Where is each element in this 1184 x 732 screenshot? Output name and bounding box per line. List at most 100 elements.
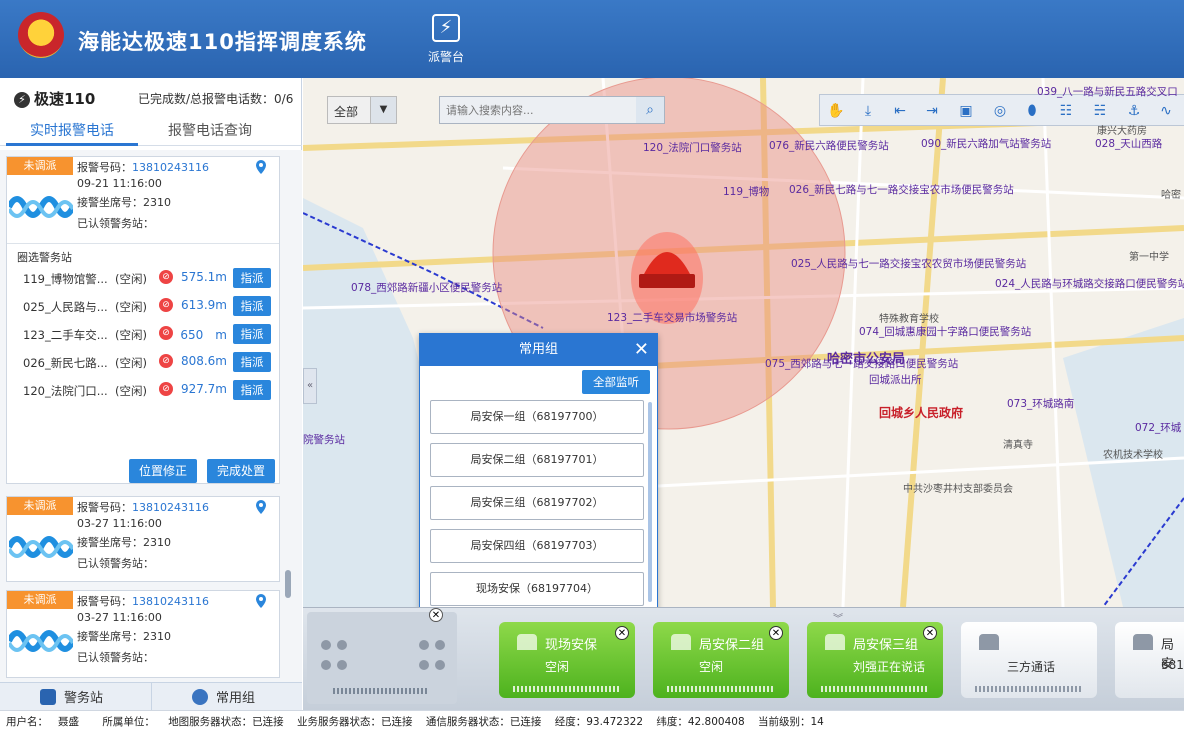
brand-label: 极速110 — [34, 90, 96, 108]
map-label[interactable]: 073_环城路南 — [1007, 396, 1074, 411]
next-view-icon[interactable]: ⇥ — [920, 99, 944, 123]
map-label[interactable]: 025_人民路与七一路交接宝农农贸市场便民警务站 — [791, 256, 1026, 271]
map-label[interactable]: 076_新民六路便民警务站 — [769, 138, 889, 153]
location-pin-icon[interactable] — [255, 594, 267, 608]
nearby-stations-title: 圈选警务站 — [17, 251, 72, 264]
fix-position-button[interactable]: 位置修正 — [129, 459, 197, 483]
talkgroup-card[interactable]: 现场安保 空闲 ✕ — [499, 622, 635, 698]
dispatch-desk-button[interactable]: ⚡ 派警台 — [424, 14, 468, 70]
group-icon — [1133, 634, 1153, 650]
call-card[interactable]: 未调派 报警号码：13810243116 09-21 11:16:00 接警坐席… — [6, 156, 280, 484]
divider — [151, 683, 152, 711]
talkgroup-card[interactable]: 局安 681 — [1115, 622, 1184, 698]
divider — [7, 243, 279, 244]
map-label: 中共沙枣井村支部委员会 — [903, 484, 1013, 495]
map-server-status: 地图服务器状态：已连接 — [168, 716, 284, 728]
map-search: ⌕ — [439, 96, 665, 124]
map-label[interactable]: 回城派出所 — [869, 372, 922, 387]
map-label: 康兴大药房 — [1097, 126, 1147, 137]
collapse-left-panel-button[interactable]: « — [303, 368, 317, 404]
voice-wave-icon — [9, 630, 73, 652]
map-label[interactable]: 120_法院门口警务站 — [643, 140, 742, 155]
pan-hand-icon[interactable]: ✋ — [824, 99, 848, 123]
close-icon[interactable]: ✕ — [634, 338, 649, 362]
call-list-scrollbar[interactable] — [285, 570, 291, 598]
claimed-stations: 已认领警务站： — [77, 651, 154, 664]
call-card[interactable]: 未调派 报警号码：13810243116 03-27 11:16:00 接警坐席… — [6, 496, 280, 582]
user-label: 用户名： 聂盛 — [6, 716, 79, 728]
map-label[interactable]: 026_新民七路与七一路交接宝农市场便民警务站 — [789, 182, 1014, 197]
comm-server-status: 通信服务器状态：已连接 — [425, 716, 542, 728]
volume-meter — [975, 686, 1081, 692]
keypad-dot — [337, 640, 347, 650]
group-item[interactable]: 局安保一组（68197700） — [430, 400, 644, 434]
group-item[interactable]: 现场安保（68197704） — [430, 572, 644, 606]
volume-meter — [513, 686, 619, 692]
tab-common-groups[interactable]: 常用组 — [192, 687, 255, 707]
talkgroup-card[interactable]: 局安保二组 空闲 ✕ — [653, 622, 789, 698]
call-card[interactable]: 未调派 报警号码：13810243116 03-27 11:16:00 接警坐席… — [6, 590, 280, 678]
busy-icon: ⊘ — [159, 298, 173, 312]
map-label[interactable]: 123_二手车交易市场警务站 — [607, 310, 737, 325]
map-label[interactable]: 024_人民路与环城路交接路口便民警务站 — [995, 276, 1184, 291]
close-icon[interactable]: ✕ — [769, 626, 783, 640]
close-icon[interactable]: ✕ — [429, 608, 443, 622]
three-way-call-card[interactable]: 三方通话 — [961, 622, 1097, 698]
call-time: 03-27 11:16:00 — [77, 517, 162, 530]
group-item[interactable]: 局安保二组（68197701） — [430, 443, 644, 477]
target-locate-icon[interactable]: ◎ — [988, 99, 1012, 123]
map-label: 清真寺 — [1003, 440, 1033, 451]
latitude: 纬度：42.800408 — [656, 716, 745, 728]
map-label[interactable]: 028_天山西路 — [1095, 136, 1162, 151]
tab-call-query[interactable]: 报警电话查询 — [168, 120, 252, 140]
previous-view-icon[interactable]: ⇤ — [888, 99, 912, 123]
tab-police-stations[interactable]: 警务站 — [40, 687, 103, 707]
zoom-level: 当前级别：14 — [757, 716, 824, 728]
close-icon[interactable]: ✕ — [615, 626, 629, 640]
assign-button[interactable]: 指派 — [233, 324, 271, 344]
trend-line-icon[interactable]: ∿ — [1154, 99, 1178, 123]
map-search-input[interactable] — [440, 97, 636, 123]
assign-button[interactable]: 指派 — [233, 352, 271, 372]
map-pin-icon[interactable]: ⬮ — [1020, 99, 1044, 123]
station-row: 120_法院门口... (空闲) ⊘ 927.7m 指派 — [17, 379, 271, 401]
complete-handling-button[interactable]: 完成处置 — [207, 459, 275, 483]
full-extent-icon[interactable]: ⤓ — [856, 99, 880, 123]
group-icon — [979, 634, 999, 650]
group-item[interactable]: 局安保三组（68197702） — [430, 486, 644, 520]
map-label[interactable]: 090_新民六路加气站警务站 — [921, 136, 1051, 151]
anchor-icon[interactable]: ⚓ — [1122, 99, 1146, 123]
assign-button[interactable]: 指派 — [233, 380, 271, 400]
call-time: 09-21 11:16:00 — [77, 177, 162, 190]
progress-counter: 已完成数/总报警电话数：0/6 — [138, 92, 294, 106]
location-pin-icon[interactable] — [255, 160, 267, 174]
talkgroup-card[interactable]: 局安保三组 刘强正在说话 ✕ — [807, 622, 943, 698]
keypad-panel[interactable]: ✕ — [307, 608, 457, 704]
map-label[interactable]: 078_西郊路新疆小区便民警务站 — [351, 280, 502, 295]
busy-icon: ⊘ — [159, 270, 173, 284]
area-select[interactable]: 全部 ▼ — [327, 96, 397, 124]
measure-area-icon[interactable]: ☵ — [1088, 99, 1112, 123]
map-label[interactable]: 119_博物 — [723, 184, 769, 199]
map-label[interactable]: 039_八一路与新民五路交叉口 — [1037, 84, 1178, 99]
person-locate-icon[interactable]: ▣ — [954, 99, 978, 123]
unit-label: 所属单位： — [102, 716, 155, 728]
dialog-scrollbar[interactable] — [648, 402, 652, 602]
map-label: 哈密市公安局 — [827, 352, 906, 367]
map-label[interactable]: 院警务站 — [303, 432, 345, 447]
search-icon[interactable]: ⌕ — [636, 97, 664, 123]
assign-button[interactable]: 指派 — [233, 268, 271, 288]
map-label[interactable]: 074_回城惠康园十字路口便民警务站 — [859, 324, 1031, 339]
monitor-all-button[interactable]: 全部监听 — [582, 370, 650, 394]
assign-button[interactable]: 指派 — [233, 296, 271, 316]
caller-phone: 报警号码：13810243116 — [77, 501, 209, 514]
seat-number: 接警坐席号：2310 — [77, 196, 171, 209]
location-pin-icon[interactable] — [255, 500, 267, 514]
measure-distance-icon[interactable]: ☷ — [1054, 99, 1078, 123]
map-label[interactable]: 072_环城 — [1135, 420, 1181, 435]
group-item[interactable]: 局安保四组（68197703） — [430, 529, 644, 563]
close-icon[interactable]: ✕ — [923, 626, 937, 640]
tab-realtime-calls[interactable]: 实时报警电话 — [30, 120, 114, 140]
dialog-title: 常用组 — [420, 334, 657, 366]
status-badge: 未调派 — [7, 591, 73, 609]
